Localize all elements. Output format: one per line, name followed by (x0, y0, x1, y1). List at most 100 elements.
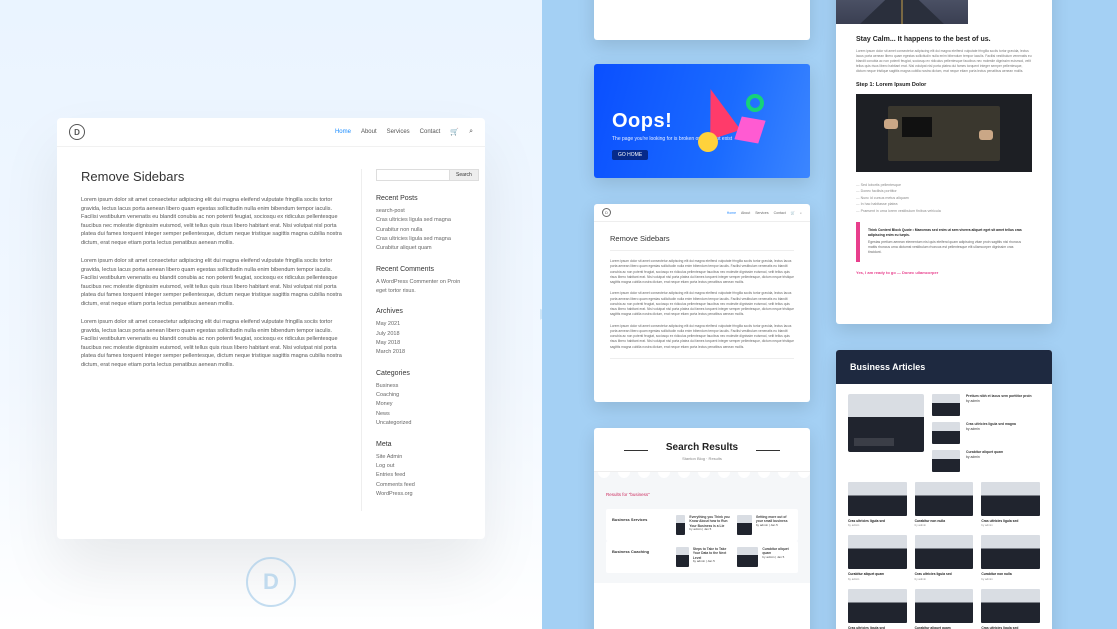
card-image (915, 482, 974, 516)
template-thumb-blank[interactable] (594, 0, 810, 40)
body-paragraph: Lorem ipsum dolor sit amet consectetur a… (81, 318, 343, 369)
page-title: Remove Sidebars (81, 169, 343, 184)
list-item[interactable]: Money (376, 400, 461, 409)
featured-item[interactable]: Curabitur aliquet quamby admin (932, 450, 1040, 472)
list-item[interactable]: Cras ultricies ligula sed magna (376, 235, 461, 244)
search-button[interactable]: Search (450, 169, 479, 181)
template-thumb-search-results[interactable]: Search Results Stanton Blog · Results Re… (594, 428, 810, 629)
card-image (848, 589, 907, 623)
nav-home[interactable]: Home (335, 129, 351, 135)
cart-icon[interactable]: 🛒 (791, 211, 795, 215)
site-header: D Home About Services Contact 🛒 ⌕ (57, 118, 485, 147)
search-icon[interactable]: ⌕ (800, 211, 802, 215)
result-item[interactable]: Getting more out of your small businessb… (737, 515, 792, 535)
result-item[interactable]: Everything you Think you Know About how … (676, 515, 731, 535)
grid-card[interactable]: Cras ultricies ligula sedby admin (981, 589, 1040, 629)
card-image (981, 535, 1040, 569)
featured-item[interactable]: Pretium nibh et lacus sem porttitor proi… (932, 394, 1040, 416)
card-image (848, 535, 907, 569)
list-item[interactable]: Business (376, 382, 461, 391)
result-item[interactable]: Curabitur aliquet quamby admin | Jan 5 (737, 547, 792, 567)
archives-list: May 2021July 2018May 2018March 2018 (376, 320, 461, 357)
article-heading: Stay Calm... It happens to the best of u… (856, 36, 1032, 43)
body-paragraph: Lorem ipsum dolor sit amet consectetur a… (81, 257, 343, 308)
card-image (915, 589, 974, 623)
list-item[interactable]: Cras ultricies ligula sed magna (376, 216, 461, 225)
list-item[interactable]: Site Admin (376, 453, 461, 462)
divi-logo-icon: D (69, 124, 85, 140)
blockquote: Think Content Block Quote • Maecenas sed… (856, 222, 1032, 262)
result-item[interactable]: Steps to Take to Take Your Data to the N… (676, 547, 731, 567)
template-thumb-no-sidebar[interactable]: D Home About Services Contact 🛒 ⌕ Remove… (594, 204, 810, 402)
article-links: Sed lobortis pellentesqueDonec facilisis… (856, 182, 1032, 214)
list-item[interactable]: March 2018 (376, 348, 461, 357)
main-content: Remove Sidebars Lorem ipsum dolor sit am… (81, 169, 343, 511)
list-item[interactable]: Entries feed (376, 471, 461, 480)
step-heading: Step 1: Lorem Ipsum Dolor (856, 82, 1032, 88)
nav-about[interactable]: About (741, 211, 750, 215)
list-item[interactable]: May 2021 (376, 320, 461, 329)
search-results-subtitle: Stanton Blog · Results (594, 456, 810, 461)
grid-card[interactable]: Curabitur non nullaby admin (915, 482, 974, 527)
grid-card[interactable]: Curabitur aliquet quamby admin (848, 535, 907, 580)
template-thumb-blog-grid[interactable]: Business Articles Pretium nibh et lacus … (836, 350, 1052, 629)
nav-contact[interactable]: Contact (420, 129, 441, 135)
divi-logo-icon: D (602, 208, 611, 217)
article-meta: Written by George Lorem ipsum dolor sit … (968, 0, 1052, 24)
list-item[interactable]: Uncategorized (376, 419, 461, 428)
list-item[interactable]: Curabitur non nulla (376, 226, 461, 235)
categories-list: BusinessCoachingMoneyNewsUncategorized (376, 382, 461, 429)
article-link[interactable]: Praesent in urna lorem vestibulum finibu… (856, 208, 1032, 214)
body-paragraph: Lorem ipsum dolor sit amet consectetur a… (610, 291, 794, 317)
grid-card[interactable]: Cras ultricies ligula sedby admin (848, 482, 907, 527)
nav-home[interactable]: Home (727, 211, 736, 215)
grid-card[interactable]: Cras ultricies ligula sedby admin (981, 482, 1040, 527)
sidebar: Search Recent Posts search-postCras ultr… (361, 169, 461, 511)
list-item[interactable]: Curabitur aliquet quam (376, 244, 461, 253)
grid-card[interactable]: Curabitur aliquet quamby admin (915, 589, 974, 629)
nav-about[interactable]: About (361, 129, 377, 135)
body-paragraph: Lorem ipsum dolor sit amet consectetur a… (610, 259, 794, 285)
recent-comments-list: A WordPress Commenter on Proin eget tort… (376, 278, 461, 297)
list-item[interactable]: July 2018 (376, 330, 461, 339)
result-group-label: Business Coaching (612, 547, 668, 567)
grid-card[interactable]: Cras ultricies ligula sedby admin (848, 589, 907, 629)
grid-card[interactable]: Curabitur non nullaby admin (981, 535, 1040, 580)
list-item[interactable]: Coaching (376, 391, 461, 400)
nav-services[interactable]: Services (387, 129, 410, 135)
search-icon[interactable]: ⌕ (469, 128, 473, 136)
list-item[interactable]: A WordPress Commenter on Proin eget tort… (376, 278, 461, 297)
nav-contact[interactable]: Contact (774, 211, 786, 215)
widget-title-recent-posts: Recent Posts (376, 195, 461, 202)
search-input[interactable] (376, 169, 450, 181)
template-thumb-article[interactable]: Written by George Lorem ipsum dolor sit … (836, 0, 1052, 324)
divi-watermark-icon: D (246, 557, 296, 607)
result-group: Business Services Everything you Think yo… (606, 509, 798, 541)
result-thumb (676, 547, 689, 567)
list-item[interactable]: WordPress.org (376, 490, 461, 499)
list-item[interactable]: Comments feed (376, 481, 461, 490)
template-thumb-404[interactable]: Oops! The page you're looking for is bro… (594, 64, 810, 178)
list-item[interactable]: News (376, 410, 461, 419)
cart-icon[interactable]: 🛒 (450, 128, 459, 136)
result-thumb (737, 547, 758, 567)
card-image (848, 482, 907, 516)
list-item[interactable]: Log out (376, 462, 461, 471)
cta-link[interactable]: Yes, I am ready to go — Donec ullamcorpe… (856, 270, 1032, 275)
result-group-label: Business Services (612, 515, 668, 535)
list-item[interactable]: search-post (376, 207, 461, 216)
card-image (981, 482, 1040, 516)
blog-grid-title: Business Articles (836, 350, 1052, 384)
thumb-image (932, 450, 960, 472)
grid-card[interactable]: Cras ultricies ligula sedby admin (915, 535, 974, 580)
featured-image (848, 394, 924, 452)
list-item[interactable]: May 2018 (376, 339, 461, 348)
thumb-image (932, 422, 960, 444)
go-home-button[interactable]: GO HOME (612, 150, 648, 160)
featured-item[interactable]: Cras ultricies ligula sed magnaby admin (932, 422, 1040, 444)
widget-title-archives: Archives (376, 308, 461, 315)
body-paragraph: Lorem ipsum dolor sit amet consectetur a… (610, 324, 794, 350)
results-for-label: Results for "business" (606, 492, 798, 497)
widget-title-meta: Meta (376, 441, 461, 448)
nav-services[interactable]: Services (755, 211, 768, 215)
